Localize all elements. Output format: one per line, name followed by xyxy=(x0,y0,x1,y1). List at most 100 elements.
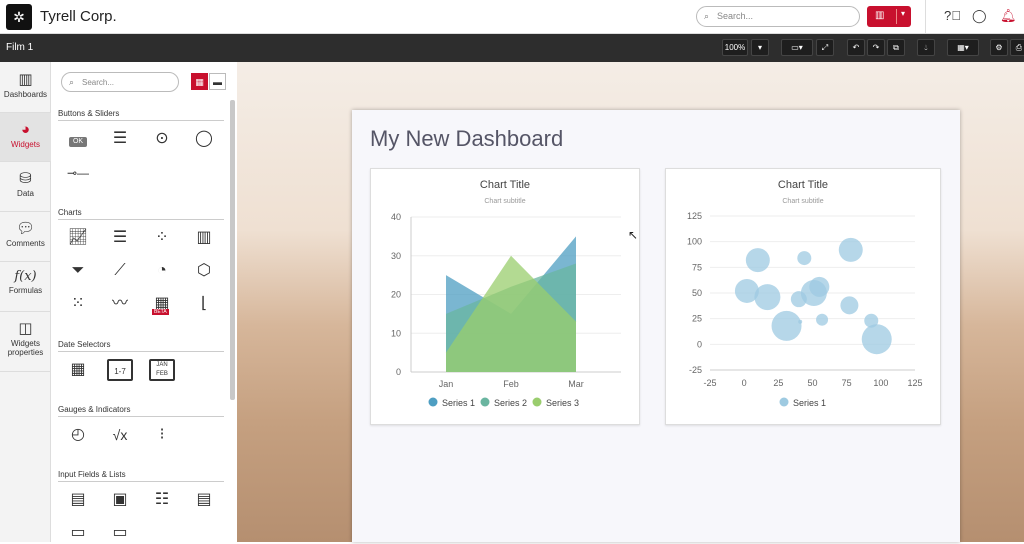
dashboard-title[interactable]: My New Dashboard xyxy=(370,126,563,152)
x-tick-label: Jan xyxy=(439,379,454,389)
table-chart-icon[interactable]: ▦ BETA xyxy=(149,293,175,315)
nav-data[interactable]: ⛁ Data xyxy=(0,169,51,211)
bubble-point xyxy=(754,284,781,311)
funnel-chart-icon[interactable]: ⏷ xyxy=(65,260,91,282)
text-input-icon[interactable]: ▤ xyxy=(65,489,91,511)
toggle-icon[interactable]: ⊙ xyxy=(149,128,175,150)
bubble-point xyxy=(809,276,830,297)
legend-label: Series 1 xyxy=(793,398,826,408)
bar-chart-icon[interactable]: ☰ xyxy=(107,227,133,249)
zoom-dropdown[interactable]: ▾ xyxy=(751,39,769,56)
section-date-selectors: Date Selectors xyxy=(58,340,224,352)
month-selector-icon[interactable]: JAN FEB xyxy=(149,359,175,381)
logo-icon[interactable]: ✲ xyxy=(6,4,32,30)
button-group-icon[interactable]: ☰ xyxy=(107,128,133,150)
y-tick-label: 20 xyxy=(391,290,401,300)
y-tick-label: 0 xyxy=(697,339,702,349)
text-field-icon[interactable]: ▭ xyxy=(107,522,133,544)
x-tick-label: 100 xyxy=(873,378,888,388)
nav-label: Widgets properties xyxy=(7,339,44,357)
settings-icon[interactable]: ⚙ xyxy=(990,39,1008,56)
line-chart-icon[interactable]: ⟋ xyxy=(107,260,133,282)
donut-icon[interactable]: ◯ xyxy=(191,128,217,150)
legend-label: Series 2 xyxy=(494,398,527,408)
dropdown-icon[interactable]: ▣ xyxy=(107,489,133,511)
area-chart-widget[interactable]: Chart Title Chart subtitle 0 10 20 30 40 Jan F… xyxy=(370,168,640,425)
print-icon[interactable]: ⎙ xyxy=(1010,39,1024,56)
search-placeholder: Search... xyxy=(82,78,115,87)
fullscreen-icon[interactable]: ⤢ xyxy=(816,39,834,56)
device-preview-icon[interactable]: ▭▾ xyxy=(781,39,813,56)
film-name[interactable]: Film 1 xyxy=(6,42,33,53)
slider-icon[interactable]: ⊸— xyxy=(65,162,91,184)
panel-scrollbar[interactable] xyxy=(230,100,235,400)
y-tick-label: 0 xyxy=(396,367,401,377)
divider xyxy=(0,371,51,372)
nav-label: Formulas xyxy=(8,286,43,295)
film-toolbar: Film 1 100% ▾ ▭▾ ⤢ ↶ ↷ ⧉ 💧︎ ▦▾ ⚙ ⎙ xyxy=(0,34,1024,62)
ok-label: OK xyxy=(68,137,88,147)
comments-icon: 💬︎ xyxy=(15,220,36,237)
redo-icon[interactable]: ↷ xyxy=(867,39,885,56)
x-tick-label: Feb xyxy=(503,379,519,389)
database-icon: ⛁ xyxy=(19,170,32,187)
spline-chart-icon[interactable]: 〰 xyxy=(107,293,133,315)
search-icon: ⌕ xyxy=(704,11,710,21)
grid-view-icon[interactable]: ▦ xyxy=(191,73,208,90)
list-box-icon[interactable]: ▤ xyxy=(191,489,217,511)
bubble-point xyxy=(838,237,863,262)
help-icon[interactable]: ?⃝ xyxy=(944,8,961,23)
top-bar: ✲ Tyrell Corp. ⌕ Search... ▥ ▾ ?⃝ ◯ 🔔︎ xyxy=(0,0,1024,34)
panel-icon: ◫ xyxy=(18,320,33,337)
nav-comments[interactable]: 💬︎ Comments xyxy=(0,219,51,261)
column-chart-icon[interactable]: ▥ xyxy=(191,227,217,249)
nav-formulas[interactable]: f(x) Formulas xyxy=(0,269,51,311)
undo-icon[interactable]: ↶ xyxy=(847,39,865,56)
x-tick-label: Mar xyxy=(568,379,584,389)
area-chart-icon[interactable]: 📈︎ xyxy=(65,227,91,249)
y-tick-label: -25 xyxy=(689,365,702,375)
x-tick-label: -25 xyxy=(703,378,716,388)
list-view-icon[interactable]: ▬ xyxy=(209,73,226,90)
waterfall-chart-icon[interactable]: ⌊ xyxy=(191,293,217,315)
top-search-placeholder: Search... xyxy=(717,11,754,21)
nav-dashboards[interactable]: ▥ Dashboards xyxy=(0,70,51,112)
widget-search-input[interactable]: ⌕ Search... xyxy=(61,72,179,92)
grid-icon[interactable]: ▦▾ xyxy=(947,39,979,56)
zoom-level[interactable]: 100% xyxy=(722,39,748,56)
area-chart: 0 10 20 30 40 Jan Feb Mar Series 1 Series 2 Series… xyxy=(391,212,621,408)
button-widget-icon[interactable]: OK xyxy=(65,128,91,150)
input-field-icon[interactable]: ▭ xyxy=(65,522,91,544)
nav-label: Comments xyxy=(6,239,45,248)
legend-label: Series 1 xyxy=(442,398,475,408)
bell-icon[interactable]: 🔔︎ xyxy=(1000,8,1017,24)
legend-marker xyxy=(779,397,789,407)
chevron-down-icon[interactable]: ▾ xyxy=(896,9,905,24)
bubble-chart-widget[interactable]: Chart Title Chart subtitle -25 0 25 50 75 100… xyxy=(665,168,941,425)
calendar-icon[interactable]: ▦ xyxy=(65,359,91,381)
chat-icon[interactable]: ◯ xyxy=(972,8,987,24)
top-search-input[interactable]: ⌕ Search... xyxy=(696,6,860,27)
bubble-chart-icon[interactable]: ⁘ xyxy=(149,227,175,249)
sqrt-indicator-icon[interactable]: √x xyxy=(107,424,133,446)
nav-widgets[interactable]: ◕ Widgets xyxy=(0,113,51,161)
legend-marker xyxy=(532,397,542,407)
radar-chart-icon[interactable]: ⬡ xyxy=(191,260,217,282)
pie-chart-icon[interactable]: ◔ xyxy=(149,260,175,282)
traffic-light-icon[interactable]: ⁝ xyxy=(149,424,175,446)
nav-label: Widgets xyxy=(11,140,40,149)
bar-chart-icon: ▥ xyxy=(875,10,885,21)
divider xyxy=(925,0,926,34)
checklist-icon[interactable]: ☷ xyxy=(149,489,175,511)
scatter-chart-icon[interactable]: ⁙ xyxy=(65,293,91,315)
x-tick-label: 25 xyxy=(773,378,783,388)
gauge-icon[interactable]: ◴ xyxy=(65,424,91,446)
legend-label: Series 3 xyxy=(546,398,579,408)
nav-label: Data xyxy=(17,189,34,198)
nav-widgets-properties[interactable]: ◫ Widgets properties xyxy=(0,319,51,369)
date-range-icon[interactable]: 1-7 xyxy=(107,359,133,381)
bubble-chart: -25 0 25 50 75 100 125 -25 0 25 50 75 100 125 Series 1 xyxy=(687,211,923,408)
color-drop-icon[interactable]: 💧︎ xyxy=(917,39,935,56)
copy-icon[interactable]: ⧉ xyxy=(887,39,905,56)
add-widget-button[interactable]: ▥ ▾ xyxy=(867,6,911,27)
